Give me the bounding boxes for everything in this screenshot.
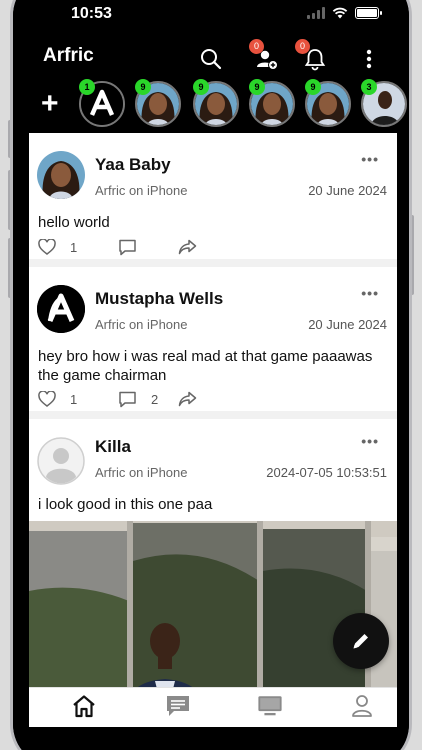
story-count-badge: 9 — [305, 79, 321, 95]
tab-profile[interactable] — [349, 694, 375, 718]
post-author[interactable]: Mustapha Wells — [95, 289, 223, 309]
add-story-button[interactable]: + — [41, 89, 59, 119]
post-card: Killa Arfric on iPhone 2024-07-05 10:53:… — [29, 419, 397, 717]
comment-button[interactable] — [118, 239, 151, 256]
post-date: 20 June 2024 — [308, 317, 387, 332]
like-button[interactable]: 1 — [38, 239, 77, 255]
story-count-badge: 9 — [249, 79, 265, 95]
contacts-button[interactable]: 0 — [249, 39, 281, 73]
story-item[interactable]: 9 — [249, 79, 295, 127]
post-source: Arfric on iPhone — [95, 317, 188, 332]
share-icon — [178, 239, 197, 255]
share-button[interactable] — [178, 239, 197, 255]
chat-icon — [167, 696, 189, 716]
comment-icon — [119, 239, 136, 256]
post-author[interactable]: Yaa Baby — [95, 155, 171, 175]
comment-button[interactable]: 2 — [118, 391, 158, 408]
post-author[interactable]: Killa — [95, 437, 131, 457]
wifi-icon — [332, 7, 348, 19]
contacts-badge: 0 — [249, 39, 264, 54]
post-source: Arfric on iPhone — [95, 183, 188, 198]
story-item[interactable]: 9 — [135, 79, 181, 127]
story-item[interactable]: 3 — [361, 79, 407, 127]
post-more-button[interactable]: ••• — [361, 285, 379, 301]
post-more-button[interactable]: ••• — [361, 151, 379, 167]
status-bar: 10:53 — [13, 3, 409, 25]
like-count: 1 — [70, 239, 78, 255]
menu-button[interactable] — [355, 45, 383, 73]
post-card: Mustapha Wells Arfric on iPhone 20 June … — [29, 267, 397, 417]
post-divider — [29, 259, 397, 267]
post-avatar[interactable] — [37, 437, 85, 485]
post-actions: 1 — [38, 239, 238, 261]
post-more-button[interactable]: ••• — [361, 433, 379, 449]
battery-icon — [355, 7, 382, 19]
like-count: 1 — [70, 391, 78, 407]
heart-icon — [38, 239, 56, 255]
post-source: Arfric on iPhone — [95, 465, 188, 480]
search-icon — [201, 49, 222, 70]
story-item[interactable]: 9 — [305, 79, 351, 127]
post-date: 2024-07-05 10:53:51 — [266, 465, 387, 480]
stories-row: + 1999939 — [13, 77, 409, 133]
share-button[interactable] — [178, 391, 197, 407]
post-text: hello world — [38, 214, 110, 231]
post-avatar[interactable] — [37, 151, 85, 199]
pencil-icon — [353, 634, 368, 649]
notifications-badge: 0 — [295, 39, 310, 54]
signal-icon — [307, 7, 325, 19]
profile-icon — [352, 695, 372, 717]
heart-icon — [38, 391, 56, 407]
like-button[interactable]: 1 — [38, 391, 77, 407]
tab-home[interactable] — [71, 694, 97, 718]
post-avatar[interactable] — [37, 285, 85, 333]
post-text: hey bro how i was real mad at that game … — [38, 348, 373, 384]
screen: 10:53 Arfric 0 0 + 1 9 9 9 9 3 Yaa Baby … — [13, 0, 409, 750]
more-vertical-icon — [366, 49, 372, 69]
share-icon — [178, 391, 197, 407]
post-actions: 1 2 — [38, 391, 238, 413]
status-icons — [307, 7, 382, 19]
tab-bar — [29, 687, 397, 727]
compose-button[interactable] — [333, 613, 389, 669]
comment-count: 2 — [151, 392, 159, 407]
story-count-badge: 9 — [135, 79, 151, 95]
post-divider — [29, 411, 397, 419]
post-text: i look good in this one paa — [38, 496, 213, 513]
comment-icon — [119, 391, 136, 408]
default-avatar-icon — [37, 437, 85, 485]
story-count-badge: 3 — [361, 79, 377, 95]
notifications-button[interactable]: 0 — [295, 39, 329, 73]
home-icon — [73, 695, 95, 718]
app-title: Arfric — [43, 45, 94, 66]
tab-tv[interactable] — [257, 694, 283, 718]
phone-frame: 10:53 Arfric 0 0 + 1 9 9 9 9 3 Yaa Baby … — [10, 0, 412, 750]
tab-chat[interactable] — [165, 694, 191, 718]
post-date: 20 June 2024 — [308, 183, 387, 198]
search-button[interactable] — [197, 45, 225, 73]
app-bar: Arfric 0 0 — [13, 39, 409, 81]
post-card: Yaa Baby Arfric on iPhone 20 June 2024 •… — [29, 133, 397, 263]
story-count-badge: 1 — [79, 79, 95, 95]
story-item[interactable]: 9 — [193, 79, 239, 127]
status-time: 10:53 — [71, 5, 112, 22]
story-item[interactable]: 1 — [79, 79, 125, 127]
tv-icon — [258, 696, 282, 716]
story-count-badge: 9 — [193, 79, 209, 95]
